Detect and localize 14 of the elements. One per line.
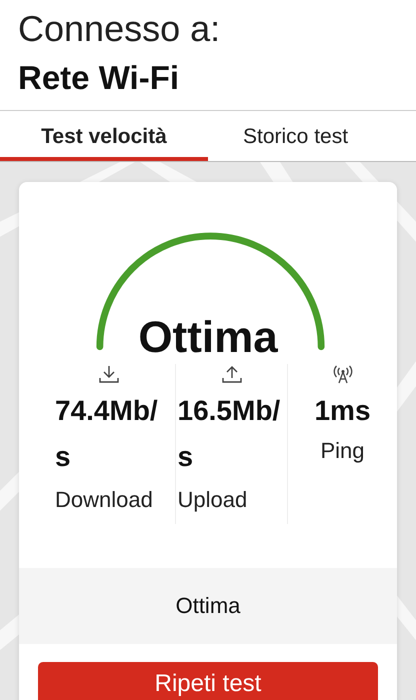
- rating-text: Ottima: [137, 314, 279, 362]
- network-name: Rete Wi-Fi: [18, 58, 180, 98]
- metric-label: Upload: [178, 486, 248, 514]
- repeat-test-button[interactable]: Ripeti test: [38, 662, 378, 700]
- download-icon: [97, 364, 121, 384]
- metric-label: Ping: [319, 437, 366, 465]
- metric-value: 1ms: [313, 394, 372, 428]
- metric-value: 74.4Mb/s: [55, 394, 159, 474]
- metric-label: Download: [55, 486, 154, 514]
- connection-label: Connesso a:: [18, 7, 222, 51]
- metric-value: 16.5Mb/s: [178, 394, 282, 474]
- summary-text: Ottima: [176, 593, 240, 619]
- upload-icon: [220, 364, 244, 384]
- antenna-icon: [330, 364, 354, 384]
